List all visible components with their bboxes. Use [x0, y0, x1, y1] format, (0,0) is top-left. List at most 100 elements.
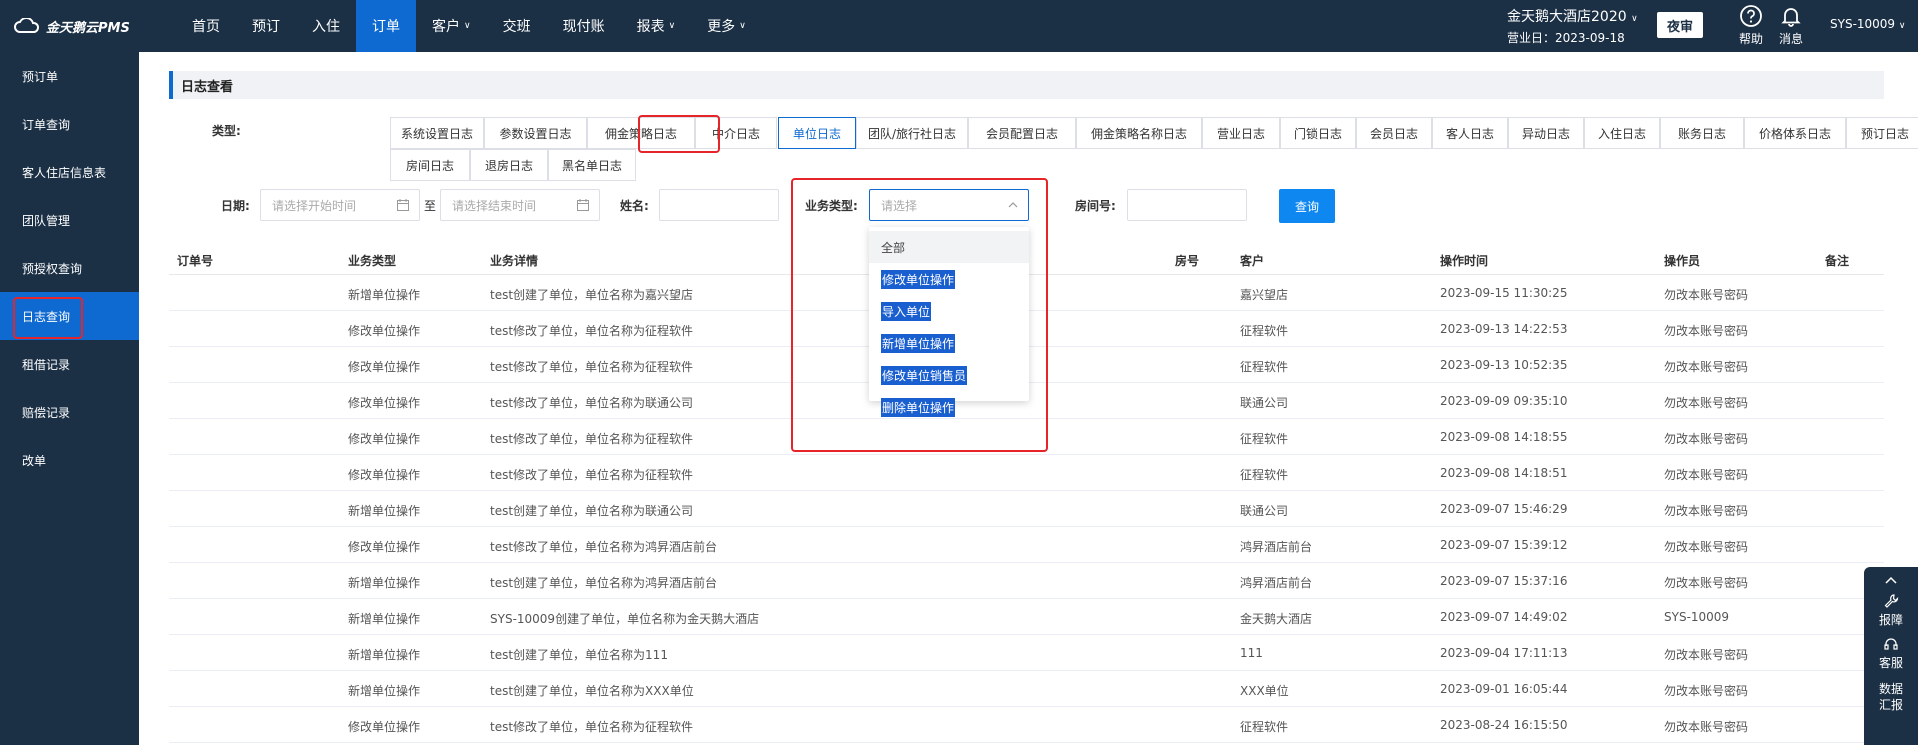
type-chip-11[interactable]: 客人日志 — [1432, 117, 1508, 149]
cell-op-time: 2023-09-09 09:35:10 — [1440, 394, 1568, 408]
cell-biz-type: 新增单位操作 — [348, 576, 421, 590]
type-chip-5[interactable]: 团队/旅行社日志 — [856, 117, 968, 149]
cell-operator: 勿改本账号密码 — [1664, 468, 1749, 482]
cell-operator: 勿改本账号密码 — [1664, 324, 1749, 338]
nav-item-0[interactable]: 首页 — [176, 0, 236, 52]
sidebar-item-0[interactable]: 预订单 — [0, 52, 139, 100]
col-op-time: 操作时间 — [1440, 254, 1489, 268]
nav-item-3[interactable]: 订单 — [356, 0, 416, 52]
collapse-button[interactable] — [1864, 567, 1918, 589]
cell-operator: 勿改本账号密码 — [1664, 684, 1749, 698]
nav-item-1[interactable]: 预订 — [236, 0, 296, 52]
table-row[interactable]: 新增单位操作 SYS-10009创建了单位，单位名称为金天鹅大酒店 金天鹅大酒店 20… — [169, 599, 1884, 635]
type-chip-19[interactable]: 黑名单日志 — [548, 149, 636, 181]
cell-op-time: 2023-08-24 16:15:50 — [1440, 718, 1568, 732]
night-audit-button[interactable]: 夜审 — [1657, 12, 1703, 38]
sidebar-item-4[interactable]: 预授权查询 — [0, 244, 139, 292]
type-chip-17[interactable]: 房间日志 — [390, 149, 470, 181]
type-chip-12[interactable]: 异动日志 — [1508, 117, 1584, 149]
data-report-button[interactable]: 数据 汇报 — [1864, 681, 1918, 713]
type-label: 类型: — [212, 124, 241, 138]
type-chip-0[interactable]: 系统设置日志 — [390, 117, 484, 149]
sidebar-item-2[interactable]: 客人住店信息表 — [0, 148, 139, 196]
sidebar-item-8[interactable]: 改单 — [0, 436, 139, 484]
wrench-icon — [1884, 594, 1899, 608]
col-operator: 操作员 — [1664, 254, 1701, 268]
cell-biz-detail: test修改了单位，单位名称为征程软件 — [490, 432, 694, 446]
hotel-selector[interactable]: 金天鹅大酒店2020 ∨ 营业日：2023-09-18 — [1507, 6, 1638, 46]
nav-item-label: 首页 — [192, 19, 220, 35]
type-chip-7[interactable]: 佣金策略名称日志 — [1076, 117, 1202, 149]
sidebar-item-1[interactable]: 订单查询 — [0, 100, 139, 148]
cell-biz-type: 修改单位操作 — [348, 324, 421, 338]
cell-customer: 鸿昇酒店前台 — [1240, 576, 1313, 590]
dropdown-option-0[interactable]: 全部 — [869, 231, 1029, 263]
cell-customer: 征程软件 — [1240, 360, 1289, 374]
cell-biz-type: 修改单位操作 — [348, 360, 421, 374]
cell-customer: 征程软件 — [1240, 432, 1289, 446]
type-chip-4[interactable]: 单位日志 — [778, 117, 856, 149]
nav-item-2[interactable]: 入住 — [296, 0, 356, 52]
type-chip-9[interactable]: 门锁日志 — [1280, 117, 1356, 149]
type-chip-1[interactable]: 参数设置日志 — [484, 117, 587, 149]
main-nav: 首页 预订 入住 订单 客户 ∨ 交班 现付账 报表 ∨ 更多 ∨ — [176, 0, 762, 52]
type-chip-18[interactable]: 退房日志 — [470, 149, 548, 181]
float-service-panel: 报障 客服 数据 汇报 — [1864, 567, 1918, 745]
dropdown-option-label: 修改单位操作 — [881, 269, 956, 289]
cell-operator: 勿改本账号密码 — [1664, 540, 1749, 554]
col-room: 房号 — [1175, 254, 1200, 268]
table-row[interactable]: 新增单位操作 test创建了单位，单位名称为联通公司 联通公司 2023-09-07 … — [169, 491, 1884, 527]
type-chip-13[interactable]: 入住日志 — [1584, 117, 1660, 149]
brand-logo[interactable]: 金天鹅云PMS — [0, 17, 140, 36]
type-chip-10[interactable]: 会员日志 — [1356, 117, 1432, 149]
nav-item-7[interactable]: 报表 ∨ — [621, 0, 692, 52]
col-remark: 备注 — [1825, 254, 1850, 268]
table-row[interactable]: 新增单位操作 test创建了单位，单位名称为111 111 2023-09-04 17… — [169, 635, 1884, 671]
dropdown-option-5[interactable]: 删除单位操作 — [869, 391, 1029, 423]
to-label: 至 — [424, 199, 437, 213]
room-input[interactable] — [1127, 189, 1247, 221]
type-chip-15[interactable]: 价格体系日志 — [1744, 117, 1846, 149]
dropdown-option-3[interactable]: 新增单位操作 — [869, 327, 1029, 359]
dropdown-option-4[interactable]: 修改单位销售员 — [869, 359, 1029, 391]
cell-customer: 联通公司 — [1240, 504, 1289, 518]
sidebar-item-7[interactable]: 赔偿记录 — [0, 388, 139, 436]
nav-item-6[interactable]: 现付账 — [547, 0, 621, 52]
type-chip-14[interactable]: 账务日志 — [1660, 117, 1744, 149]
customer-service-button[interactable]: 客服 — [1864, 636, 1918, 671]
nav-item-label: 预订 — [252, 19, 280, 35]
type-chip-6[interactable]: 会员配置日志 — [968, 117, 1076, 149]
user-menu[interactable]: SYS-10009 ∨ — [1830, 17, 1906, 31]
start-date-input[interactable]: 请选择开始时间 — [260, 189, 420, 221]
table-row[interactable]: 修改单位操作 test修改了单位，单位名称为鸿昇酒店前台 鸿昇酒店前台 2023-09… — [169, 527, 1884, 563]
cell-customer: 111 — [1240, 646, 1263, 660]
message-button[interactable]: 消息 — [1771, 4, 1811, 47]
type-chip-16[interactable]: 预订日志 — [1846, 117, 1918, 149]
main-content: 日志查看 类型: 系统设置日志 参数设置日志 佣金策略日志 中介日志 单位日志 团队/旅行… — [139, 52, 1918, 745]
nav-item-8[interactable]: 更多 ∨ — [691, 0, 762, 52]
cell-operator: 勿改本账号密码 — [1664, 576, 1749, 590]
sidebar-item-6[interactable]: 租借记录 — [0, 340, 139, 388]
dropdown-option-label: 新增单位操作 — [881, 333, 956, 353]
nav-item-5[interactable]: 交班 — [487, 0, 547, 52]
table-row[interactable]: 新增单位操作 test创建了单位，单位名称为XXX单位 XXX单位 2023-09-0… — [169, 671, 1884, 707]
cell-operator: 勿改本账号密码 — [1664, 360, 1749, 374]
table-row[interactable]: 新增单位操作 test创建了单位，单位名称为鸿昇酒店前台 鸿昇酒店前台 2023-09… — [169, 563, 1884, 599]
business-date: 营业日：2023-09-18 — [1507, 31, 1625, 45]
table-row[interactable]: 修改单位操作 test修改了单位，单位名称为征程软件 征程软件 2023-08-24 … — [169, 707, 1884, 743]
nav-item-label: 客户 — [432, 19, 460, 35]
cell-biz-detail: test修改了单位，单位名称为征程软件 — [490, 324, 694, 338]
help-button[interactable]: 帮助 — [1731, 4, 1771, 47]
cell-op-time: 2023-09-13 14:22:53 — [1440, 322, 1568, 336]
name-input[interactable] — [659, 189, 779, 221]
report-fault-button[interactable]: 报障 — [1864, 593, 1918, 628]
cell-biz-type: 修改单位操作 — [348, 396, 421, 410]
nav-item-4[interactable]: 客户 ∨ — [416, 0, 487, 52]
table-row[interactable]: 修改单位操作 test修改了单位，单位名称为征程软件 征程软件 2023-09-08 … — [169, 455, 1884, 491]
dropdown-option-2[interactable]: 导入单位 — [869, 295, 1029, 327]
sidebar-item-3[interactable]: 团队管理 — [0, 196, 139, 244]
end-date-input[interactable]: 请选择结束时间 — [440, 189, 600, 221]
query-button[interactable]: 查询 — [1279, 189, 1335, 223]
dropdown-option-1[interactable]: 修改单位操作 — [869, 263, 1029, 295]
type-chip-8[interactable]: 营业日志 — [1202, 117, 1280, 149]
